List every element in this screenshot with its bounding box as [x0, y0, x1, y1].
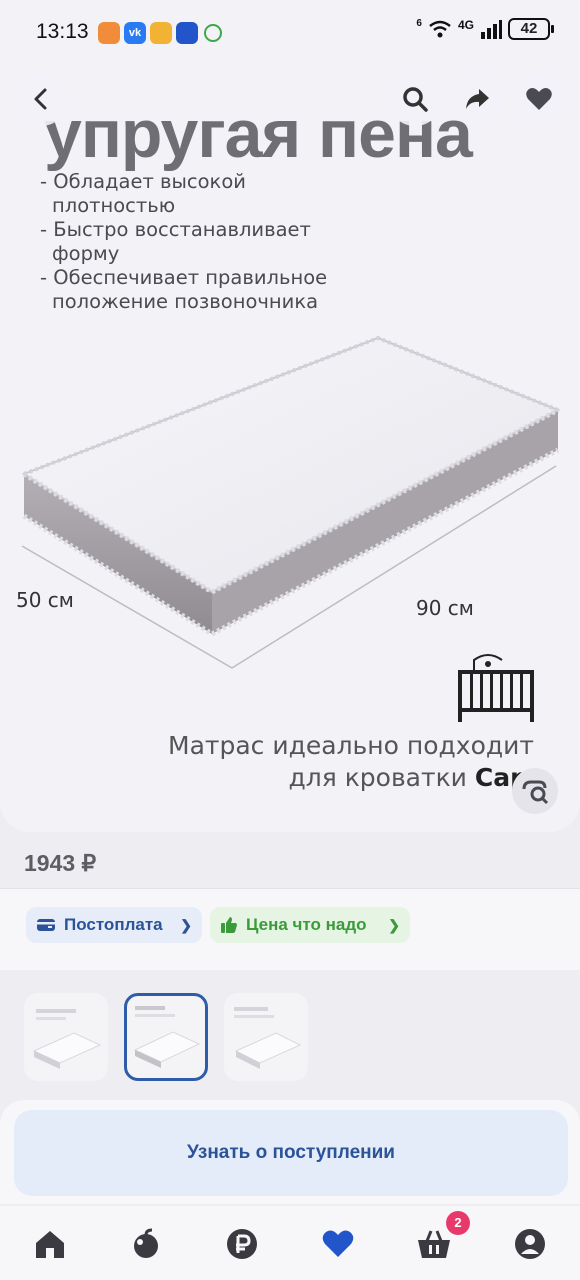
- cart-count-badge: 2: [446, 1211, 470, 1235]
- payment-chips: Постоплата ❯ Цена что надо ❯: [0, 888, 580, 970]
- mattress-thumbnail-image: [32, 1009, 102, 1069]
- search-icon: [403, 87, 428, 112]
- check-circle-icon: [204, 24, 222, 42]
- tab-favorites[interactable]: [318, 1224, 358, 1264]
- catalog-icon: [134, 1228, 158, 1258]
- feature-line: - Быстро восстанавливает: [40, 218, 311, 241]
- thumbnail-strip: [0, 975, 580, 1093]
- network-type: 4G: [457, 18, 474, 32]
- thumbs-up-icon: [221, 917, 237, 933]
- mattress-thumbnail-image: [234, 1007, 302, 1069]
- share-icon: [466, 89, 489, 109]
- thumbnail[interactable]: [224, 993, 308, 1081]
- thumbnail-selected[interactable]: [124, 993, 208, 1081]
- feature-line: положение позвоночника: [52, 290, 319, 313]
- battery-indicator: 42: [508, 18, 554, 40]
- feature-line: форму: [52, 242, 120, 265]
- favorites-icon: [322, 1230, 354, 1257]
- tab-home[interactable]: [30, 1224, 70, 1264]
- feature-line: - Обладает высокой: [40, 170, 246, 193]
- fair-price-label: Цена что надо: [246, 915, 367, 934]
- chevron-right-icon: ❯: [388, 916, 400, 933]
- image-caption: Матрас идеально подходит для кроватки Ca…: [168, 730, 534, 794]
- tab-payments[interactable]: [222, 1224, 262, 1264]
- postpay-chip[interactable]: Постоплата ❯: [26, 907, 202, 943]
- tab-catalog[interactable]: [126, 1224, 166, 1264]
- dimension-length-label: 90 см: [416, 596, 474, 620]
- price-section: 1943 ₽: [0, 832, 580, 887]
- postpay-label: Постоплата: [64, 915, 163, 934]
- caption-line-2-text: для кроватки: [288, 763, 467, 792]
- feature-line: плотностью: [52, 194, 176, 217]
- status-time: 13:13: [36, 20, 89, 43]
- vk-icon: vk: [124, 22, 146, 44]
- cart-icon: [418, 1230, 450, 1258]
- product-price: 1943 ₽: [24, 850, 97, 876]
- caption-line-2: для кроватки Cap: [168, 762, 528, 794]
- home-icon: [36, 1231, 64, 1258]
- signal-prefix: 6: [416, 18, 422, 29]
- share-button[interactable]: [450, 72, 504, 126]
- signal-icon: [481, 20, 502, 39]
- zoom-icon: [522, 780, 549, 805]
- back-icon: [34, 88, 47, 110]
- fair-price-chip[interactable]: Цена что надо ❯: [210, 907, 410, 943]
- feature-line: - Обеспечивает правильное: [40, 266, 328, 289]
- search-button[interactable]: [388, 72, 442, 126]
- crib-icon: [458, 654, 534, 722]
- dimension-width-label: 50 см: [16, 588, 74, 612]
- zoom-button[interactable]: [512, 768, 558, 814]
- thumbnail[interactable]: [24, 993, 108, 1081]
- notification-app-icon-1: [98, 22, 120, 44]
- cta-section: Узнать о поступлении: [0, 1100, 580, 1204]
- heart-icon: [526, 88, 552, 110]
- caption-line-1: Матрас идеально подходит: [168, 731, 534, 760]
- ruble-icon: [227, 1229, 257, 1259]
- bottom-tab-bar: [0, 1206, 580, 1280]
- tab-profile[interactable]: [510, 1224, 550, 1264]
- product-image-gallery[interactable]: упругая пена - Обладает высокой плотност…: [0, 66, 580, 832]
- notify-availability-button[interactable]: Узнать о поступлении: [14, 1110, 568, 1196]
- profile-icon: [515, 1229, 545, 1259]
- image-feature-list: - Обладает высокой плотностью - Быстро в…: [40, 170, 327, 314]
- status-bar: 13:13 vk 6 4G 42: [0, 0, 580, 66]
- notification-app-icon-2: [150, 22, 172, 44]
- mattress-thumbnail-image: [133, 1006, 201, 1068]
- favorite-button[interactable]: [512, 72, 566, 126]
- back-button[interactable]: [14, 72, 68, 126]
- chevron-right-icon: ❯: [180, 916, 192, 933]
- wifi-icon: [429, 20, 451, 38]
- detmir-icon: [176, 22, 198, 44]
- wallet-icon: [37, 919, 55, 931]
